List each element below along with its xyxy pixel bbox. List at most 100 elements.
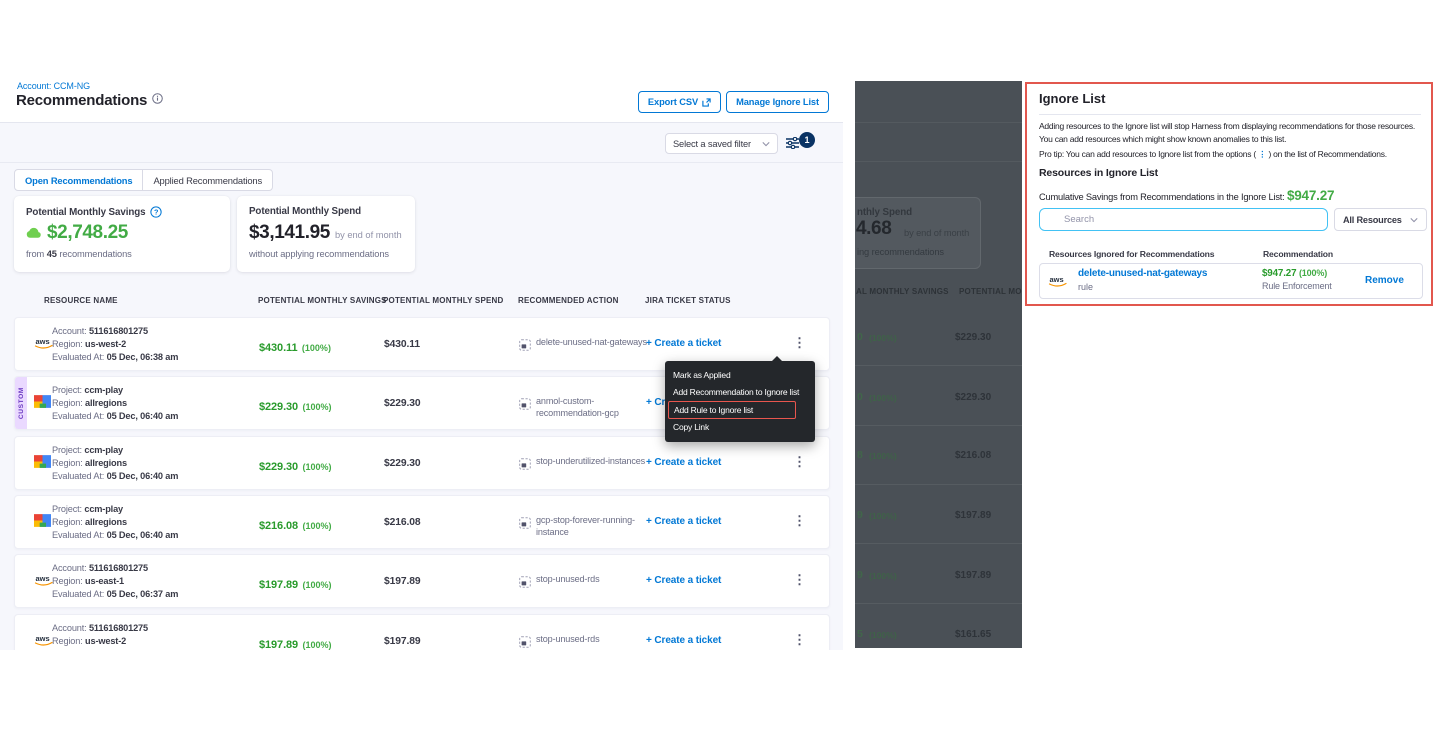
row-options-kebab[interactable]: ⋮: [793, 513, 806, 529]
row-options-kebab[interactable]: ⋮: [793, 572, 806, 588]
saved-filter-placeholder: Select a saved filter: [673, 139, 751, 149]
gcp-icon: [34, 455, 51, 473]
potential-savings-value: $216.08 (100%): [259, 516, 332, 534]
breadcrumb[interactable]: Account: CCM-NG: [17, 81, 90, 91]
potential-spend-value: $430.11: [384, 339, 420, 350]
custom-badge: CUSTOM: [15, 377, 27, 429]
ignore-list-protip: Pro tip: You can add resources to Ignore…: [1039, 149, 1427, 160]
tab-open-recommendations[interactable]: Open Recommendations: [15, 170, 142, 190]
overlay-row-separator: [855, 425, 1022, 426]
gcp-icon: [34, 514, 51, 532]
all-resources-value: All Resources: [1343, 215, 1402, 225]
row-options-kebab[interactable]: ⋮: [793, 632, 806, 648]
recommendations-tabs: Open Recommendations Applied Recommendat…: [14, 169, 273, 191]
header-divider: [0, 122, 843, 123]
cumulative-savings-value: $947.27: [1287, 188, 1334, 203]
resource-meta: Account: 511616801275Region: us-east-1Ev…: [52, 562, 178, 601]
potential-savings-value: $197.89 (100%): [259, 635, 332, 650]
context-menu-item[interactable]: Add Rule to Ignore list: [668, 401, 796, 419]
create-ticket-link[interactable]: + Create a ticket: [646, 575, 721, 586]
svg-text:aws: aws: [36, 337, 50, 346]
protip-suffix: ) on the list of Recommendations.: [1268, 149, 1386, 159]
column-header-potential-spend: POTENTIAL MONTHLY SPEND: [383, 296, 503, 305]
info-icon[interactable]: [152, 91, 163, 109]
all-resources-select[interactable]: All Resources: [1334, 208, 1427, 231]
table-row[interactable]: aws Project: ccm-playRegion: allregionsE…: [14, 495, 830, 549]
cumulative-savings-line: Cumulative Savings from Recommendations …: [1039, 188, 1334, 203]
recommended-action: stop-unused-rds: [536, 634, 652, 646]
recommendation-rule-icon: [519, 516, 531, 534]
overlay-card-sub-fragment: ing recommendations: [857, 247, 944, 257]
filter-settings-icon[interactable]: [786, 136, 800, 154]
potential-savings-value: $229.30 (100%): [259, 397, 332, 415]
row-options-kebab[interactable]: ⋮: [793, 454, 806, 470]
ignored-resource-link[interactable]: delete-unused-nat-gateways: [1078, 268, 1207, 279]
export-csv-label: Export CSV: [648, 97, 698, 107]
screenshot-canvas: Account: CCM-NG Recommendations Export C…: [0, 0, 1440, 744]
overlay-divider: [855, 161, 1022, 162]
page-title: Recommendations: [16, 92, 147, 109]
context-menu-item[interactable]: Mark as Applied: [665, 367, 815, 384]
recommendation-rule-icon: [519, 457, 531, 475]
potential-savings-value: $430.11 (100%): [259, 338, 331, 356]
context-menu-item[interactable]: Add Recommendation to Ignore list: [665, 384, 815, 401]
recommendation-rule-icon: [519, 338, 531, 356]
row-options-kebab[interactable]: ⋮: [793, 335, 806, 351]
ignore-list-description: Adding resources to the Ignore list will…: [1039, 120, 1427, 146]
savings-card-title-text: Potential Monthly Savings: [26, 207, 145, 218]
tab-applied-recommendations[interactable]: Applied Recommendations: [142, 170, 272, 190]
overlay-header-fragment: POTENTIAL MONTHL: [959, 287, 1022, 296]
recommendation-rule-icon: [519, 575, 531, 593]
overlay-row-separator: [855, 365, 1022, 366]
ignore-col-recommendation: Recommendation: [1263, 249, 1333, 259]
table-row[interactable]: aws Account: 511616801275Region: us-west…: [14, 614, 830, 650]
ignore-list-title: Ignore List: [1039, 91, 1105, 106]
recommended-action: delete-unused-nat-gateways: [536, 337, 652, 349]
svg-text:aws: aws: [36, 574, 50, 583]
filter-row-divider: [0, 162, 843, 163]
recommendation-rule-icon: [519, 635, 531, 650]
potential-spend-value: $229.30: [384, 458, 421, 469]
savings-card-title: Potential Monthly Savings ?: [26, 206, 162, 218]
potential-spend-value: $216.08: [384, 517, 421, 528]
overlay-row-separator: [855, 484, 1022, 485]
filter-count-badge[interactable]: 1: [799, 132, 815, 148]
create-ticket-link[interactable]: + Create a ticket: [646, 457, 721, 468]
potential-spend-value: $229.30: [384, 398, 421, 409]
header-buttons: Export CSV Manage Ignore List: [638, 91, 829, 113]
potential-monthly-savings-card: Potential Monthly Savings ? $2,748.25 fr…: [14, 196, 230, 272]
create-ticket-link[interactable]: + Create a ticket: [646, 635, 721, 646]
resource-meta: Account: 511616801275Region: us-west-2Ev…: [52, 622, 178, 650]
help-icon[interactable]: ?: [150, 206, 162, 218]
resource-meta: Account: 511616801275Region: us-west-2Ev…: [52, 325, 178, 364]
search-input[interactable]: [1040, 209, 1327, 230]
ignore-col-resources: Resources Ignored for Recommendations: [1049, 249, 1214, 259]
kebab-icon: ⋮: [1258, 149, 1266, 159]
ignore-list-panel: Ignore List Adding resources to the Igno…: [1025, 82, 1433, 306]
spend-card-title: Potential Monthly Spend: [249, 206, 361, 217]
create-ticket-link[interactable]: + Create a ticket: [646, 338, 721, 349]
manage-ignore-list-button[interactable]: Manage Ignore List: [726, 91, 829, 113]
spend-value-note: by end of month: [335, 230, 402, 240]
overlay-row-separator: [855, 543, 1022, 544]
spend-card-subtitle: without applying recommendations: [249, 249, 389, 259]
overlay-header-fragment: AL MONTHLY SAVINGS: [856, 287, 949, 296]
resource-meta: Project: ccm-playRegion: allregionsEvalu…: [52, 384, 178, 423]
saved-filter-select[interactable]: Select a saved filter: [665, 133, 778, 154]
overlay-divider: [855, 122, 1022, 123]
overlay-card-value-fragment: 4.68: [856, 218, 891, 240]
savings-card-subtitle: from 45 recommendations: [26, 249, 132, 259]
create-ticket-link[interactable]: + Create a ticket: [646, 516, 721, 527]
context-menu-item[interactable]: Copy Link: [665, 419, 815, 436]
column-header-recommended-action: RECOMMENDED ACTION: [518, 296, 619, 305]
export-csv-button[interactable]: Export CSV: [638, 91, 721, 113]
table-row[interactable]: aws Account: 511616801275Region: us-east…: [14, 554, 830, 608]
overlay-card-title-fragment: nthly Spend: [857, 207, 912, 218]
potential-monthly-spend-card: Potential Monthly Spend $3,141.95 by end…: [237, 196, 415, 272]
chevron-down-icon: [1410, 217, 1418, 223]
ignored-resource-type: rule: [1078, 282, 1093, 292]
remove-button[interactable]: Remove: [1365, 275, 1404, 286]
table-row[interactable]: aws Project: ccm-playRegion: allregionsE…: [14, 436, 830, 490]
potential-spend-value: $197.89: [384, 636, 421, 647]
column-header-potential-savings: POTENTIAL MONTHLY SAVINGS: [258, 296, 387, 305]
